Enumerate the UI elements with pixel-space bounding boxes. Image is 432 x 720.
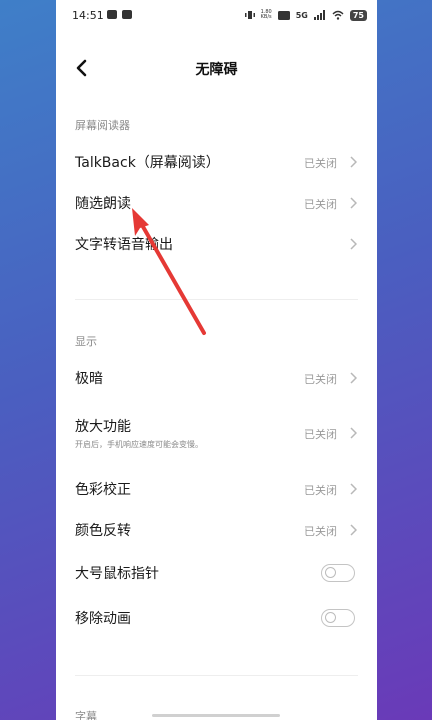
setting-select-to-speak[interactable]: 随选朗读 已关闭 <box>56 183 377 223</box>
chevron-right-icon <box>350 372 357 384</box>
wifi-icon <box>332 10 344 20</box>
section-title-captions: 字幕 <box>75 710 97 720</box>
setting-label: 色彩校正 <box>75 482 131 498</box>
section-divider <box>75 675 358 676</box>
section-divider <box>75 299 358 300</box>
toggle-knob <box>325 567 336 578</box>
message-icon <box>107 10 117 19</box>
setting-description: 开启后，手机响应速度可能会变慢。 <box>75 440 203 449</box>
setting-label: 随选朗读 <box>75 196 131 212</box>
setting-tts-output[interactable]: 文字转语音输出 <box>56 224 377 264</box>
signal-bars-icon <box>313 10 325 20</box>
setting-label: 文字转语音输出 <box>75 237 173 253</box>
large-pointer-toggle[interactable] <box>321 564 355 582</box>
chevron-right-icon <box>350 524 357 536</box>
setting-status: 已关闭 <box>304 428 337 441</box>
page-title: 无障碍 <box>195 62 238 78</box>
setting-label: 大号鼠标指针 <box>75 566 159 582</box>
section-title-screen-reader: 屏幕阅读器 <box>75 119 130 132</box>
setting-color-correction[interactable]: 色彩校正 已关闭 <box>56 468 377 510</box>
setting-label: 颜色反转 <box>75 523 131 539</box>
remove-animations-toggle[interactable] <box>321 609 355 627</box>
setting-remove-animations: 移除动画 <box>56 597 377 639</box>
setting-status: 已关闭 <box>304 525 337 538</box>
setting-status: 已关闭 <box>304 484 337 497</box>
signal-label: 5G <box>295 10 308 20</box>
status-bar: 14:51 1.80 KB/s 5G 75 <box>56 0 377 32</box>
gallery-icon <box>122 10 132 19</box>
setting-magnification[interactable]: 放大功能 开启后，手机响应速度可能会变慢。 已关闭 <box>56 405 377 459</box>
setting-extra-dim[interactable]: 极暗 已关闭 <box>56 357 377 399</box>
chevron-right-icon <box>350 238 357 250</box>
setting-label: 移除动画 <box>75 611 131 627</box>
setting-label: 极暗 <box>75 371 103 387</box>
setting-large-pointer: 大号鼠标指针 <box>56 552 377 594</box>
setting-status: 已关闭 <box>304 373 337 386</box>
toggle-knob <box>325 612 336 623</box>
setting-label: 放大功能 <box>75 419 131 435</box>
battery-icon: 75 <box>349 9 367 21</box>
setting-talkback[interactable]: TalkBack（屏幕阅读） 已关闭 <box>56 142 377 182</box>
setting-label: TalkBack（屏幕阅读） <box>75 155 220 171</box>
net-speed: 1.80 KB/s <box>260 9 272 20</box>
setting-status: 已关闭 <box>304 198 337 211</box>
status-right: 1.80 KB/s 5G 75 <box>244 8 367 22</box>
setting-color-inversion[interactable]: 颜色反转 已关闭 <box>56 509 377 551</box>
chevron-right-icon <box>350 427 357 439</box>
phone-screen: 14:51 1.80 KB/s 5G 75 无障碍 屏幕阅读器 TalkBack… <box>56 0 377 720</box>
hd-icon <box>277 10 290 20</box>
setting-status: 已关闭 <box>304 157 337 170</box>
home-indicator <box>152 714 280 717</box>
chevron-right-icon <box>350 483 357 495</box>
status-time: 14:51 <box>72 9 104 22</box>
chevron-right-icon <box>350 156 357 168</box>
vibrate-icon <box>244 11 255 19</box>
section-title-display: 显示 <box>75 335 97 348</box>
page-header: 无障碍 <box>56 50 377 86</box>
chevron-right-icon <box>350 197 357 209</box>
